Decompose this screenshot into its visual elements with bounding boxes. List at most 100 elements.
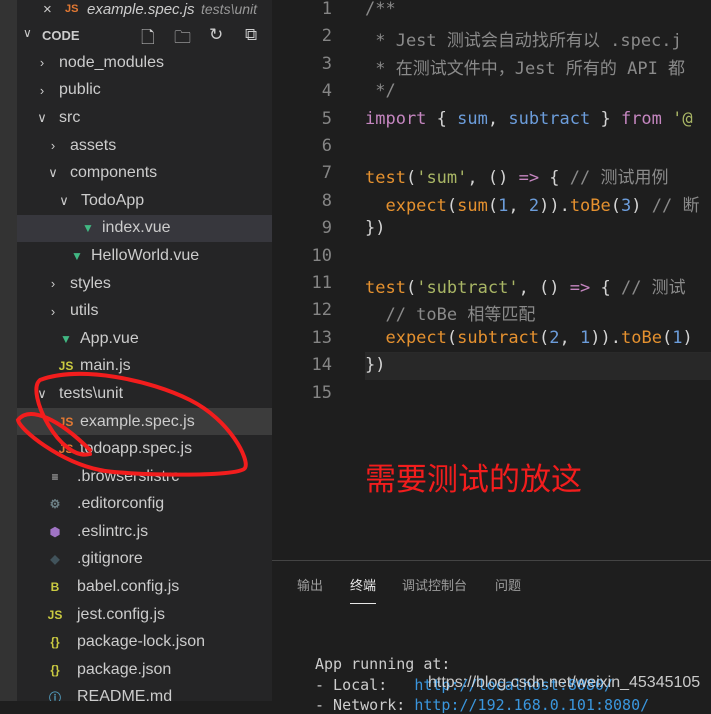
tree-item[interactable]: ∨ TodoApp <box>17 187 272 215</box>
code-token: }) <box>365 355 386 376</box>
terminal-line: App running at: <box>315 655 451 673</box>
tree-item-label: utils <box>70 302 99 320</box>
vue-file-icon: ▼ <box>60 331 72 346</box>
explorer-section-header[interactable]: ∨ CODE 🗋 🗀 ↻ ⧉ <box>17 22 272 49</box>
tree-item-label: .editorconfig <box>77 495 165 513</box>
code-line[interactable]: */ <box>365 81 395 101</box>
tree-item[interactable]: ⓘ README.md <box>17 684 272 701</box>
line-number: 10 <box>311 245 332 266</box>
current-line-highlight <box>365 352 711 380</box>
code-line[interactable]: import { sum, subtract } from '@ <box>365 109 693 129</box>
code-token: 'subtract' <box>416 278 519 298</box>
chevron-right-icon: › <box>39 55 45 71</box>
tree-item-label: node_modules <box>59 53 164 71</box>
tree-item-label: TodoApp <box>81 191 145 209</box>
code-line[interactable]: /** <box>365 0 396 19</box>
code-token: // 测试 <box>620 278 686 298</box>
explorer-sidebar: × JS example.spec.js tests\unit ∨ CODE 🗋… <box>17 0 272 701</box>
code-line[interactable]: * 在测试文件中，Jest 所有的 API 都 <box>365 54 685 79</box>
code-token: from <box>620 108 662 129</box>
collapse-all-icon[interactable]: ⧉ <box>245 25 257 45</box>
chevron-right-icon: › <box>50 303 56 319</box>
code-line[interactable]: * Jest 测试会自动找所有以 .spec.j <box>365 26 682 51</box>
tree-item[interactable]: ∨ tests\unit <box>17 380 272 408</box>
tab-problems[interactable]: 问题 <box>495 575 521 594</box>
code-token: * 在测试文件中，Jest 所有的 API 都 <box>365 58 686 79</box>
line-number: 4 <box>321 81 332 102</box>
tree-item-label: src <box>59 108 81 126</box>
code-token: * Jest 测试会自动找所有以 .spec.j <box>365 31 682 52</box>
code-token: test <box>365 278 406 298</box>
js-file-icon: JS <box>65 3 79 15</box>
tree-item-label: jest.config.js <box>77 605 166 623</box>
tree-item[interactable]: JS example.spec.js <box>17 407 272 436</box>
chevron-down-icon: ∨ <box>48 165 58 181</box>
tree-item[interactable]: ◆ .gitignore <box>17 546 272 574</box>
code-token: => <box>518 168 540 189</box>
code-token: } <box>590 108 621 129</box>
code-line[interactable]: test('sum', () => { // 测试用例 <box>365 163 669 188</box>
code-token: )). <box>539 195 570 216</box>
tree-item[interactable]: ⚙ .editorconfig <box>17 491 272 519</box>
tree-item[interactable]: › assets <box>17 132 272 160</box>
code-token: expect <box>365 195 447 216</box>
open-editor-name: example.spec.js <box>87 0 195 18</box>
tree-item[interactable]: ▼ index.vue <box>17 214 272 243</box>
code-line[interactable]: }) <box>365 355 385 375</box>
tree-item[interactable]: › utils <box>17 297 272 325</box>
tree-item[interactable]: ▼ App.vue <box>17 325 272 353</box>
code-token: , <box>487 108 509 129</box>
refresh-icon[interactable]: ↻ <box>209 25 223 45</box>
tree-item[interactable]: › styles <box>17 270 272 298</box>
tree-item[interactable]: {} package-lock.json <box>17 628 272 656</box>
line-number: 9 <box>321 218 332 239</box>
terminal-link[interactable]: http://192.168.0.101:8080/ <box>414 696 649 714</box>
code-token: => <box>569 278 591 298</box>
vue-file-icon: ▼ <box>82 221 94 236</box>
tab-output[interactable]: 输出 <box>297 575 323 594</box>
chevron-down-icon: ∨ <box>59 192 69 208</box>
open-editor-item[interactable]: × JS example.spec.js tests\unit <box>17 0 272 22</box>
tree-item[interactable]: JS main.js <box>17 353 272 381</box>
tab-terminal[interactable]: 终端 <box>350 575 377 604</box>
code-token: ) <box>682 327 693 348</box>
code-token: ( <box>539 327 550 348</box>
line-number: 7 <box>321 163 332 184</box>
tree-item[interactable]: ∨ components <box>17 159 272 187</box>
code-line[interactable]: }) <box>365 218 385 238</box>
tree-item[interactable]: {} package.json <box>17 656 272 684</box>
tree-item[interactable]: ∨ src <box>17 104 272 132</box>
tree-item[interactable]: JS todoapp.spec.js <box>17 435 272 463</box>
tree-item-label: App.vue <box>80 329 139 347</box>
eslint-file-icon: ⬢ <box>49 524 61 539</box>
code-token: ( <box>661 327 673 348</box>
tree-item-label: README.md <box>77 688 173 701</box>
code-token: )). <box>590 327 621 348</box>
chevron-down-icon: ∨ <box>23 26 32 40</box>
git-file-icon: ◆ <box>50 552 60 567</box>
code-token: // toBe 相等匹配 <box>365 305 536 326</box>
code-line[interactable]: expect(sum(1, 2)).toBe(3) // 断 <box>365 191 699 216</box>
tree-item-label: HelloWorld.vue <box>91 246 200 264</box>
code-token: { <box>539 168 570 189</box>
jsorange-file-icon: JS <box>58 442 74 457</box>
code-token: /** <box>365 0 396 19</box>
code-token: sum <box>457 108 488 129</box>
tree-item[interactable]: Bbabel.config.js <box>17 573 272 601</box>
tree-item[interactable]: ▼ HelloWorld.vue <box>17 242 272 270</box>
line-number: 8 <box>321 190 332 211</box>
tab-debug-console[interactable]: 调试控制台 <box>402 575 467 594</box>
close-icon[interactable]: × <box>43 1 52 18</box>
code-line[interactable]: // toBe 相等匹配 <box>365 300 535 325</box>
js-file-icon: JS <box>47 607 63 622</box>
tree-item[interactable]: › public <box>17 77 272 105</box>
code-line[interactable]: test('subtract', () => { // 测试 <box>365 273 686 298</box>
tree-item[interactable]: JS jest.config.js <box>17 601 272 629</box>
code-token: sum <box>457 195 488 216</box>
code-line[interactable]: expect(subtract(2, 1)).toBe(1) <box>365 327 693 348</box>
tree-item[interactable]: ≡ .browserslistrc <box>17 463 272 491</box>
tree-item[interactable]: ⬢ .eslintrc.js <box>17 518 272 546</box>
tree-item[interactable]: › node_modules <box>17 49 272 77</box>
info-file-icon: ⓘ <box>48 690 61 701</box>
code-token: toBe <box>569 195 611 216</box>
